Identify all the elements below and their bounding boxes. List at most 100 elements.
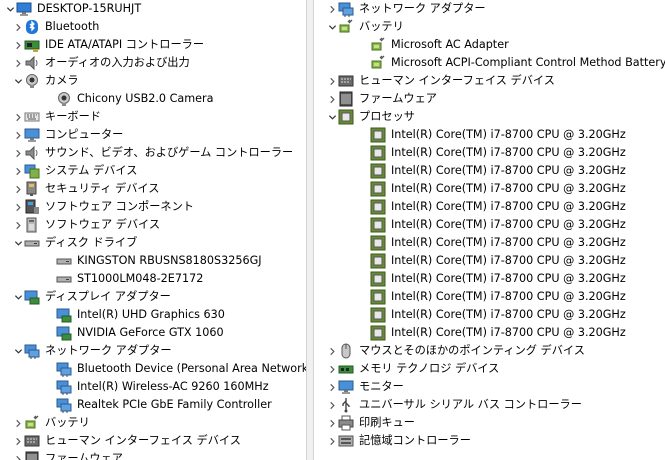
tree-item-keyboard[interactable]: キーボード: [12, 108, 101, 126]
tree-item-sound-video[interactable]: サウンド、ビデオ、およびゲーム コントローラー: [12, 144, 293, 162]
tree-item-computer[interactable]: コンピューター: [12, 126, 123, 144]
tree-item-ac-adapter[interactable]: Microsoft AC Adapter: [358, 36, 509, 54]
chevron-right-icon[interactable]: [12, 59, 24, 68]
chevron-right-icon[interactable]: [12, 149, 24, 158]
tree-item-kingston-ssd[interactable]: KINGSTON RBUSNS8180S3256GJ: [44, 252, 262, 270]
pane-divider[interactable]: [306, 0, 314, 460]
tree-item-monitors[interactable]: モニター: [326, 378, 404, 396]
chevron-right-icon[interactable]: [326, 383, 338, 392]
ide-controller-icon: [24, 37, 40, 53]
chevron-right-icon[interactable]: [326, 401, 338, 410]
tree-item-cpu-core[interactable]: Intel(R) Core(TM) i7-8700 CPU @ 3.20GHz: [358, 180, 626, 198]
tree-item-usb-controllers[interactable]: ユニバーサル シリアル バス コントローラー: [326, 396, 582, 414]
chevron-right-icon[interactable]: [326, 419, 338, 428]
chevron-right-icon[interactable]: [12, 221, 24, 230]
tree-item-label: Intel(R) Core(TM) i7-8700 CPU @ 3.20GHz: [391, 254, 626, 267]
chevron-down-icon[interactable]: [12, 239, 24, 248]
tree-item-realtek-gbe[interactable]: Realtek PCIe GbE Family Controller: [44, 396, 272, 414]
chevron-down-icon[interactable]: [326, 113, 338, 122]
camera-icon: [56, 91, 72, 107]
chevron-right-icon[interactable]: [326, 5, 338, 14]
chevron-down-icon[interactable]: [12, 347, 24, 356]
chevron-right-icon[interactable]: [12, 437, 24, 446]
tree-item-cpu-core[interactable]: Intel(R) Core(TM) i7-8700 CPU @ 3.20GHz: [358, 306, 626, 324]
tree-item-label: モニター: [359, 380, 404, 393]
chevron-down-icon[interactable]: [326, 23, 338, 32]
chevron-right-icon[interactable]: [12, 113, 24, 122]
tree-item-software-devices[interactable]: ソフトウェア デバイス: [12, 216, 160, 234]
tree-item-disk-drives[interactable]: ディスク ドライブ: [12, 234, 137, 252]
tree-item-memory-tech[interactable]: メモリ テクノロジ デバイス: [326, 360, 499, 378]
tree-item-display-adapters[interactable]: ディスプレイ アダプター: [12, 288, 171, 306]
tree-item-label: Intel(R) Core(TM) i7-8700 CPU @ 3.20GHz: [391, 290, 626, 303]
tree-item-cpu-core[interactable]: Intel(R) Core(TM) i7-8700 CPU @ 3.20GHz: [358, 252, 626, 270]
chevron-right-icon[interactable]: [326, 365, 338, 374]
chevron-right-icon[interactable]: [12, 185, 24, 194]
tree-item-label: ディスプレイ アダプター: [45, 290, 171, 303]
tree-item-network-adapters[interactable]: ネットワーク アダプター: [326, 0, 486, 18]
tree-item-bluetooth[interactable]: Bluetooth: [12, 18, 99, 36]
tree-item-seagate-hdd[interactable]: ST1000LM048-2E7172: [44, 270, 203, 288]
tree-item-cpu-core[interactable]: Intel(R) Core(TM) i7-8700 CPU @ 3.20GHz: [358, 126, 626, 144]
tree-item-cpu-core[interactable]: Intel(R) Core(TM) i7-8700 CPU @ 3.20GHz: [358, 270, 626, 288]
tree-item-ide-controller[interactable]: IDE ATA/ATAPI コントローラー: [12, 36, 204, 54]
processor-icon: [370, 181, 386, 197]
chevron-right-icon[interactable]: [12, 23, 24, 32]
tree-item-intel-uhd[interactable]: Intel(R) UHD Graphics 630: [44, 306, 225, 324]
tree-item-security-devices[interactable]: セキュリティ デバイス: [12, 180, 159, 198]
tree-item-label: Intel(R) Core(TM) i7-8700 CPU @ 3.20GHz: [391, 200, 626, 213]
chevron-right-icon[interactable]: [326, 95, 338, 104]
tree-item-intel-wireless[interactable]: Intel(R) Wireless-AC 9260 160MHz: [44, 378, 269, 396]
chevron-down-icon[interactable]: [12, 77, 24, 86]
memory-device-icon: [338, 361, 354, 377]
bluetooth-icon: [24, 19, 40, 35]
tree-item-firmware[interactable]: ファームウェア: [326, 90, 437, 108]
chevron-right-icon[interactable]: [326, 347, 338, 356]
hid-icon: [338, 73, 354, 89]
tree-item-processors[interactable]: プロセッサ: [326, 108, 415, 126]
tree-item-cpu-core[interactable]: Intel(R) Core(TM) i7-8700 CPU @ 3.20GHz: [358, 162, 626, 180]
chevron-right-icon[interactable]: [326, 437, 338, 446]
tree-item-storage-controllers[interactable]: 記憶域コントローラー: [326, 432, 471, 450]
firmware-icon: [24, 451, 40, 460]
tree-item-acpi-battery[interactable]: Microsoft ACPI-Compliant Control Method …: [358, 54, 665, 72]
tree-item-network-adapters[interactable]: ネットワーク アダプター: [12, 342, 172, 360]
tree-item-hid[interactable]: ヒューマン インターフェイス デバイス: [12, 432, 241, 450]
chevron-right-icon[interactable]: [12, 131, 24, 140]
chevron-right-icon[interactable]: [12, 41, 24, 50]
tree-item-mice[interactable]: マウスとそのほかのポインティング デバイス: [326, 342, 585, 360]
chevron-right-icon[interactable]: [326, 77, 338, 86]
chevron-right-icon[interactable]: [12, 455, 24, 460]
tree-item-cpu-core[interactable]: Intel(R) Core(TM) i7-8700 CPU @ 3.20GHz: [358, 234, 626, 252]
tree-item-hid[interactable]: ヒューマン インターフェイス デバイス: [326, 72, 555, 90]
tree-item-firmware[interactable]: ファームウェア: [12, 450, 123, 460]
firmware-icon: [338, 91, 354, 107]
tree-item-cpu-core[interactable]: Intel(R) Core(TM) i7-8700 CPU @ 3.20GHz: [358, 324, 626, 342]
tree-item-batteries[interactable]: バッテリ: [326, 18, 404, 36]
tree-item-cpu-core[interactable]: Intel(R) Core(TM) i7-8700 CPU @ 3.20GHz: [358, 216, 626, 234]
tree-item-cpu-core[interactable]: Intel(R) Core(TM) i7-8700 CPU @ 3.20GHz: [358, 198, 626, 216]
chevron-right-icon[interactable]: [12, 203, 24, 212]
chevron-down-icon[interactable]: [12, 293, 24, 302]
tree-item-label: Bluetooth: [45, 20, 100, 33]
tree-root-desktop[interactable]: DESKTOP-15RUHJT: [4, 0, 141, 18]
tree-item-batteries[interactable]: バッテリ: [12, 414, 90, 432]
tree-item-cpu-core[interactable]: Intel(R) Core(TM) i7-8700 CPU @ 3.20GHz: [358, 288, 626, 306]
tree-item-cpu-core[interactable]: Intel(R) Core(TM) i7-8700 CPU @ 3.20GHz: [358, 144, 626, 162]
chevron-right-icon[interactable]: [12, 167, 24, 176]
tree-item-print-queues[interactable]: 印刷キュー: [326, 414, 415, 432]
tree-item-chicony-camera[interactable]: Chicony USB2.0 Camera: [44, 90, 214, 108]
chevron-down-icon[interactable]: [4, 5, 16, 14]
tree-item-nvidia-gtx[interactable]: NVIDIA GeForce GTX 1060: [44, 324, 224, 342]
processor-icon: [370, 307, 386, 323]
tree-item-system-devices[interactable]: システム デバイス: [12, 162, 137, 180]
network-adapter-icon: [338, 1, 354, 17]
speaker-icon: [24, 145, 40, 161]
chevron-right-icon[interactable]: [12, 419, 24, 428]
tree-item-bt-pan[interactable]: Bluetooth Device (Personal Area Network): [44, 360, 306, 378]
tree-item-software-components[interactable]: ソフトウェア コンポーネント: [12, 198, 194, 216]
tree-item-label: Intel(R) Core(TM) i7-8700 CPU @ 3.20GHz: [391, 128, 626, 141]
battery-icon: [24, 415, 40, 431]
tree-item-camera[interactable]: カメラ: [12, 72, 79, 90]
tree-item-audio-io[interactable]: オーディオの入力および出力: [12, 54, 190, 72]
